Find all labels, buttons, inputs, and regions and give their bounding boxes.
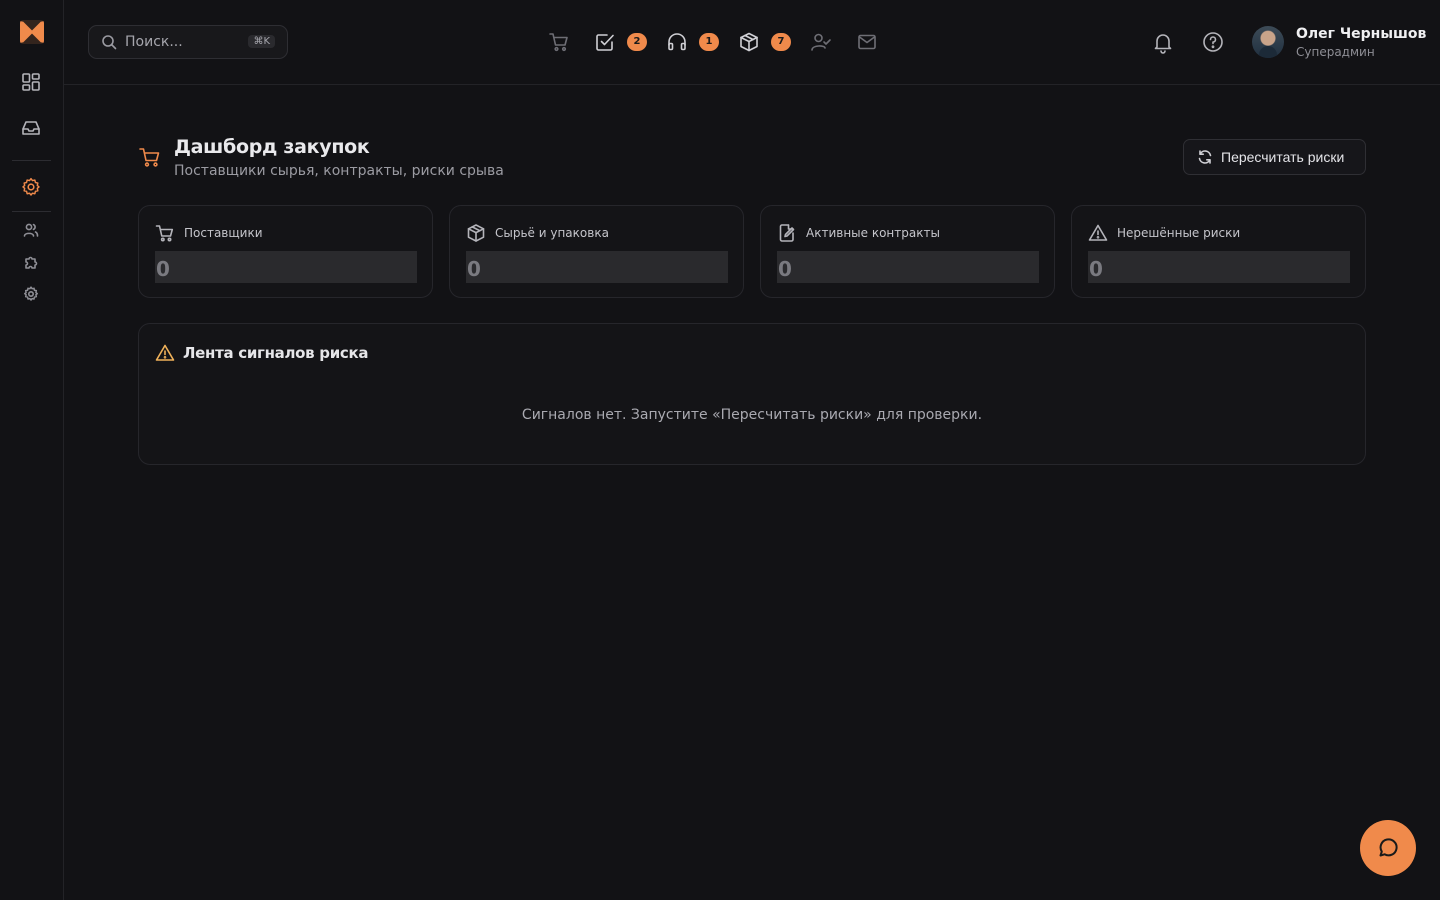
tasks-badge: 2 <box>627 33 647 51</box>
stat-label: Активные контракты <box>806 226 940 240</box>
user-name[interactable]: Олег Чернышов <box>1296 26 1426 42</box>
app-logo-icon[interactable] <box>19 19 45 45</box>
stat-label: Сырьё и упаковка <box>495 226 609 240</box>
headphones-icon[interactable] <box>666 31 688 53</box>
feed-title: Лента сигналов риска <box>183 344 369 362</box>
search-placeholder: Поиск... <box>125 34 183 50</box>
sidebar-settings-icon[interactable] <box>19 175 43 199</box>
checkbox-icon[interactable] <box>594 31 616 53</box>
mail-icon[interactable] <box>856 31 878 53</box>
risk-signal-feed: Лента сигналов риска Сигналов нет. Запус… <box>138 323 1366 465</box>
top-header: Поиск... ⌘K 2 1 7 Олег Чернышов Суперадм… <box>64 0 1440 85</box>
package-icon <box>466 223 486 243</box>
stat-card-materials[interactable]: Сырьё и упаковка 0 <box>449 205 744 298</box>
refresh-icon <box>1198 150 1212 164</box>
warning-icon <box>1088 223 1108 243</box>
page-cart-icon <box>138 145 162 169</box>
avatar[interactable] <box>1252 26 1284 58</box>
sidebar-dashboard-icon[interactable] <box>19 70 43 94</box>
box-icon[interactable] <box>738 31 760 53</box>
stat-value: 0 <box>466 251 728 283</box>
sidebar-inbox-icon[interactable] <box>19 116 43 140</box>
support-badge: 1 <box>699 33 719 51</box>
page-title: Дашборд закупок <box>174 136 370 158</box>
stat-label: Нерешённые риски <box>1117 226 1241 240</box>
user-check-icon[interactable] <box>810 31 832 53</box>
contract-edit-icon <box>777 223 797 243</box>
chat-bubble-icon <box>1379 838 1398 857</box>
help-icon[interactable] <box>1201 30 1225 54</box>
sidebar-system-settings-icon[interactable] <box>22 285 40 303</box>
stat-card-suppliers[interactable]: Поставщики 0 <box>138 205 433 298</box>
user-role: Суперадмин <box>1296 45 1375 59</box>
stat-value: 0 <box>777 251 1039 283</box>
chat-button[interactable] <box>1360 820 1416 876</box>
sidebar-users-icon[interactable] <box>22 221 40 239</box>
feed-empty-state: Сигналов нет. Запустите «Пересчитать рис… <box>521 407 983 423</box>
search-icon <box>102 35 117 50</box>
search-shortcut: ⌘K <box>248 35 275 48</box>
recalculate-risks-label: Пересчитать риски <box>1221 149 1345 165</box>
search-input[interactable]: Поиск... ⌘K <box>88 25 288 59</box>
page-subtitle: Поставщики сырья, контракты, риски срыва <box>174 163 504 179</box>
cart-icon <box>155 223 175 243</box>
sidebar <box>0 0 64 900</box>
packages-badge: 7 <box>771 33 791 51</box>
stat-value: 0 <box>1088 251 1350 283</box>
stat-card-risks[interactable]: Нерешённые риски 0 <box>1071 205 1366 298</box>
stat-card-contracts[interactable]: Активные контракты 0 <box>760 205 1055 298</box>
bell-icon[interactable] <box>1151 30 1175 54</box>
recalculate-risks-button[interactable]: Пересчитать риски <box>1183 139 1366 175</box>
sidebar-divider <box>12 160 51 161</box>
stat-value: 0 <box>155 251 417 283</box>
sidebar-plugins-icon[interactable] <box>22 253 40 271</box>
sidebar-divider <box>12 211 51 212</box>
cart-icon[interactable] <box>548 31 570 53</box>
stat-label: Поставщики <box>184 226 263 240</box>
warning-icon <box>155 343 175 363</box>
